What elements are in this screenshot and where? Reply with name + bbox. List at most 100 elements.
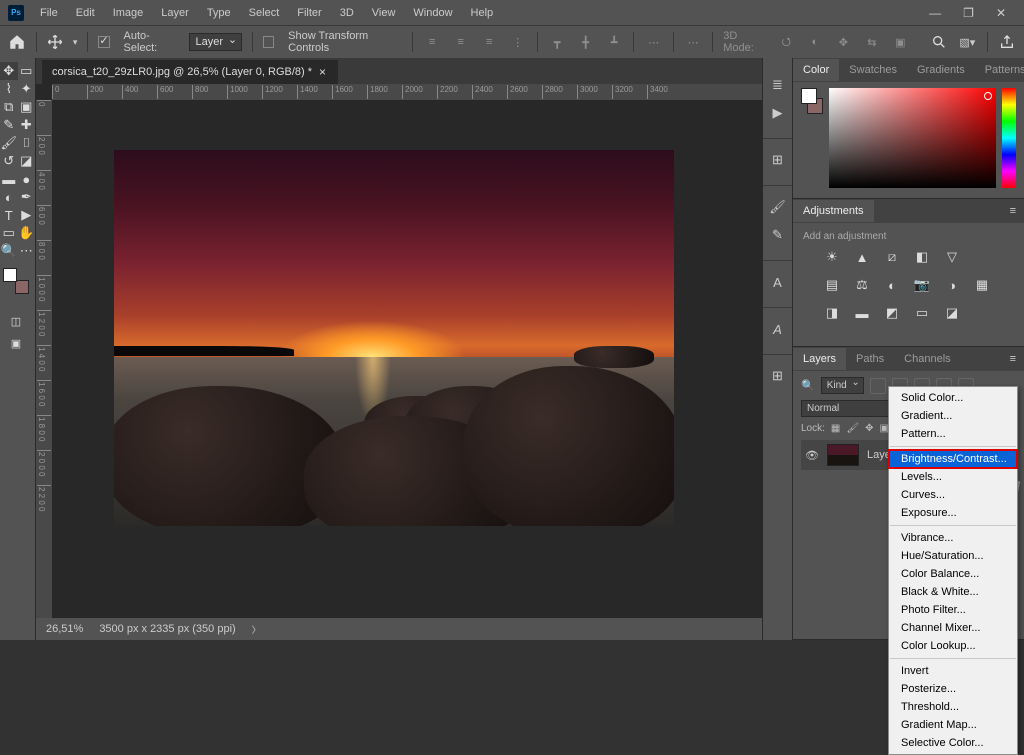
menu-type[interactable]: Type <box>199 4 239 22</box>
adj-brightness-icon[interactable]: ☀ <box>823 248 841 266</box>
character-icon[interactable]: A <box>767 271 789 293</box>
properties-icon[interactable]: ⊞ <box>767 149 789 171</box>
window-minimize[interactable]: — <box>919 2 951 24</box>
tab-gradients[interactable]: Gradients <box>907 59 975 81</box>
3d-pan-icon[interactable]: ✥ <box>834 32 853 52</box>
auto-select-scope[interactable]: Layer <box>189 33 243 51</box>
menu-layer[interactable]: Layer <box>153 4 197 22</box>
adj-lookup-icon[interactable]: ▦ <box>973 276 991 294</box>
ctx-item-vibrance[interactable]: Vibrance... <box>889 529 1017 547</box>
layer-filter-select[interactable]: Kind <box>821 377 864 394</box>
adj-gradmap-icon[interactable]: ▭ <box>913 304 931 322</box>
3d-orbit-icon[interactable]: ⭯ <box>777 32 796 52</box>
menu-window[interactable]: Window <box>405 4 460 22</box>
lock-pixels-icon[interactable]: ▦ <box>831 423 840 434</box>
workspace-icon[interactable]: ▧▾ <box>958 32 977 52</box>
ctx-item-solid-color[interactable]: Solid Color... <box>889 389 1017 407</box>
adj-posterize-icon[interactable]: ▬ <box>853 304 871 322</box>
adj-exposure-icon[interactable]: ◧ <box>913 248 931 266</box>
ctx-item-posterize[interactable]: Posterize... <box>889 680 1017 698</box>
color-field[interactable] <box>829 88 996 188</box>
tool-dodge[interactable]: ◐ <box>0 188 18 206</box>
zoom-level[interactable]: 26,51% <box>46 623 83 635</box>
actions-icon[interactable]: ▶ <box>767 102 789 124</box>
tool-blur[interactable]: ● <box>18 170 36 188</box>
menu-file[interactable]: File <box>32 4 66 22</box>
tool-brush[interactable]: 🖌 <box>0 134 18 152</box>
adj-threshold-icon[interactable]: ◩ <box>883 304 901 322</box>
ctx-item-levels[interactable]: Levels... <box>889 468 1017 486</box>
brush-settings-icon[interactable]: ✎ <box>767 224 789 246</box>
ctx-item-curves[interactable]: Curves... <box>889 486 1017 504</box>
align-top-icon[interactable]: ┳ <box>548 32 567 52</box>
libraries-icon[interactable]: ⊞ <box>767 365 789 387</box>
tool-gradient[interactable]: ▬ <box>0 170 18 188</box>
adj-channelmix-icon[interactable]: ◑ <box>943 276 961 294</box>
auto-select-checkbox[interactable] <box>98 36 109 48</box>
paragraph-icon[interactable]: A <box>767 318 789 340</box>
adj-vibrance-icon[interactable]: ▽ <box>943 248 961 266</box>
fg-color-swatch[interactable] <box>3 268 17 282</box>
menu-3d[interactable]: 3D <box>332 4 362 22</box>
ctx-item-exposure[interactable]: Exposure... <box>889 504 1017 522</box>
document-tab[interactable]: corsica_t20_29zLR0.jpg @ 26,5% (Layer 0,… <box>42 60 338 84</box>
image-canvas[interactable] <box>114 150 674 526</box>
layer-thumbnail[interactable] <box>827 444 859 466</box>
ctx-item-gradient[interactable]: Gradient... <box>889 407 1017 425</box>
3d-roll-icon[interactable]: ◐ <box>806 32 825 52</box>
distribute-h-icon[interactable]: ⋮ <box>508 32 527 52</box>
adj-levels-icon[interactable]: ▲ <box>853 248 871 266</box>
layers-panel-menu-icon[interactable]: ≡ <box>1002 349 1024 369</box>
align-center-h-icon[interactable]: ≡ <box>451 32 470 52</box>
align-bottom-icon[interactable]: ┻ <box>605 32 624 52</box>
ctx-item-invert[interactable]: Invert <box>889 662 1017 680</box>
tool-quick-select[interactable]: ✦ <box>18 80 36 98</box>
tool-zoom[interactable]: 🔍 <box>0 242 18 260</box>
align-middle-icon[interactable]: ╋ <box>576 32 595 52</box>
quick-mask-icon[interactable]: ◫ <box>6 312 26 330</box>
menu-help[interactable]: Help <box>463 4 502 22</box>
ctx-item-pattern[interactable]: Pattern... <box>889 425 1017 443</box>
adj-photofilter-icon[interactable]: 📷 <box>913 276 931 294</box>
tool-shape[interactable]: ▭ <box>0 224 18 242</box>
brushes-icon[interactable]: 🖌 <box>767 196 789 218</box>
ctx-item-channel-mixer[interactable]: Channel Mixer... <box>889 619 1017 637</box>
ctx-item-gradient-map[interactable]: Gradient Map... <box>889 716 1017 734</box>
adj-invert-icon[interactable]: ◨ <box>823 304 841 322</box>
align-left-icon[interactable]: ≡ <box>423 32 442 52</box>
show-transform-checkbox[interactable] <box>263 36 274 48</box>
tool-move[interactable]: ✥ <box>0 62 18 80</box>
adjustments-panel-menu-icon[interactable]: ≡ <box>1002 201 1024 221</box>
tab-layers[interactable]: Layers <box>793 348 846 370</box>
tool-pen[interactable]: ✒ <box>18 188 36 206</box>
adj-hue-icon[interactable]: ▤ <box>823 276 841 294</box>
tool-frame[interactable]: ▣ <box>18 98 36 116</box>
tool-eraser[interactable]: ◪ <box>18 152 36 170</box>
panel-fg-swatch[interactable] <box>801 88 817 104</box>
ctx-item-selective-color[interactable]: Selective Color... <box>889 734 1017 752</box>
lock-paint-icon[interactable]: 🖌 <box>846 423 859 434</box>
ctx-item-brightness-contrast[interactable]: Brightness/Contrast... <box>889 450 1017 468</box>
tab-paths[interactable]: Paths <box>846 348 894 370</box>
canvas-viewport[interactable] <box>52 100 762 618</box>
tool-type[interactable]: T <box>0 206 18 224</box>
ctx-item-photo-filter[interactable]: Photo Filter... <box>889 601 1017 619</box>
tool-path-select[interactable]: ▶ <box>18 206 36 224</box>
window-close[interactable]: ✕ <box>986 2 1016 24</box>
screen-mode-icon[interactable]: ▣ <box>6 334 26 352</box>
close-tab-icon[interactable]: × <box>319 65 326 79</box>
bg-color-swatch[interactable] <box>15 280 29 294</box>
menu-view[interactable]: View <box>364 4 404 22</box>
tab-patterns[interactable]: Patterns <box>975 59 1024 81</box>
lock-position-icon[interactable]: ✥ <box>865 423 873 434</box>
tool-more[interactable]: ⋯ <box>18 242 36 260</box>
ctx-item-black-white[interactable]: Black & White... <box>889 583 1017 601</box>
menu-image[interactable]: Image <box>105 4 152 22</box>
more-align-icon[interactable]: ⋯ <box>684 32 703 52</box>
hue-slider[interactable] <box>1002 88 1016 188</box>
adj-curves-icon[interactable]: ⧄ <box>883 248 901 266</box>
menu-select[interactable]: Select <box>241 4 288 22</box>
search-icon[interactable] <box>930 32 949 52</box>
distribute-v-icon[interactable]: ⋯ <box>644 32 663 52</box>
tool-eyedropper[interactable]: ✎ <box>0 116 18 134</box>
